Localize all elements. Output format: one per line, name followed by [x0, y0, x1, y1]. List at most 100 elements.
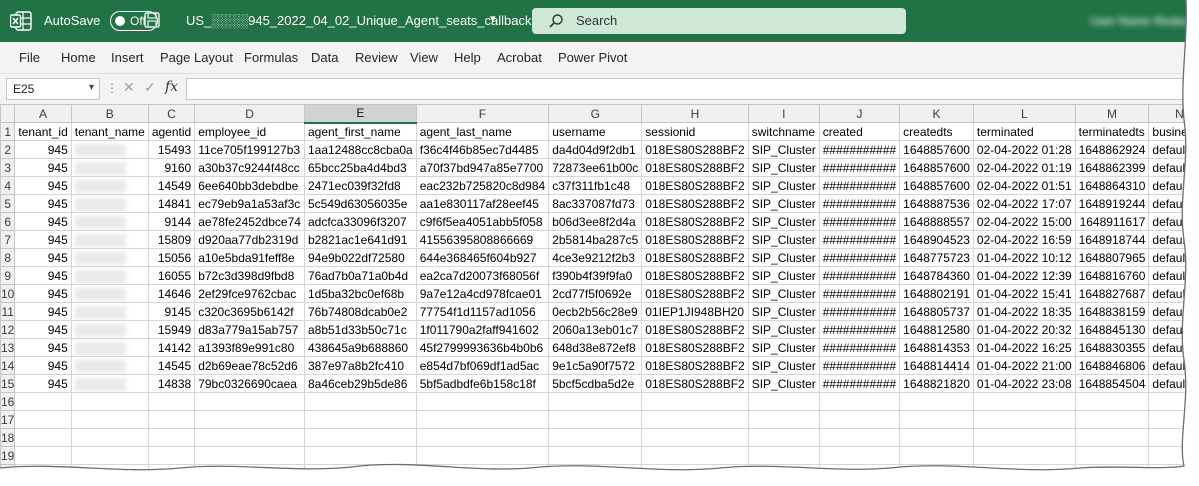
chevron-down-icon[interactable]: ▾	[89, 82, 94, 93]
cell-f20[interactable]	[415, 464, 550, 483]
cell-g13[interactable]: 648d38e872ef8	[548, 338, 643, 357]
cell-b7[interactable]: ░░░░░░	[70, 230, 149, 249]
cell-n12[interactable]: default	[1148, 320, 1199, 339]
cell-n6[interactable]: default	[1148, 212, 1199, 231]
cell-i12[interactable]: SIP_Cluster	[747, 320, 820, 339]
cell-k12[interactable]: 1648812580	[899, 320, 974, 339]
row-header[interactable]: 4	[0, 176, 16, 195]
cell-g1[interactable]: username	[548, 122, 643, 141]
cell-n19[interactable]	[1148, 446, 1199, 465]
cell-m11[interactable]: 1648838159	[1074, 302, 1150, 321]
cell-c17[interactable]	[147, 410, 196, 429]
cell-j13[interactable]: ###########	[818, 338, 901, 357]
column-header-k[interactable]: K	[899, 104, 974, 123]
cell-a4[interactable]: 945	[14, 176, 72, 195]
cell-l10[interactable]: 01-04-2022 15:41	[972, 284, 1076, 303]
cell-k18[interactable]	[899, 428, 974, 447]
cell-f6[interactable]: c9f6f5ea4051abb5f058	[415, 212, 550, 231]
menu-help[interactable]: Help	[454, 50, 481, 65]
cell-n11[interactable]: default	[1148, 302, 1199, 321]
cell-b19[interactable]	[70, 446, 149, 465]
cell-f12[interactable]: 1f011790a2faff941602	[415, 320, 550, 339]
cell-b3[interactable]: ░░░░░░	[70, 158, 149, 177]
cell-f14[interactable]: e854d7bf069df1ad5ac	[415, 356, 550, 375]
cell-c14[interactable]: 14545	[147, 356, 196, 375]
menu-power-pivot[interactable]: Power Pivot	[558, 50, 627, 65]
cell-i6[interactable]: SIP_Cluster	[747, 212, 820, 231]
cell-a10[interactable]: 945	[14, 284, 72, 303]
cell-c6[interactable]: 9144	[147, 212, 196, 231]
cell-a13[interactable]: 945	[14, 338, 72, 357]
column-header-n[interactable]: N	[1148, 104, 1199, 123]
cell-m9[interactable]: 1648816760	[1074, 266, 1150, 285]
cell-n15[interactable]: default	[1148, 374, 1199, 393]
menu-review[interactable]: Review	[355, 50, 398, 65]
cell-e16[interactable]	[303, 392, 417, 411]
cell-m20[interactable]	[1074, 464, 1150, 483]
cell-f17[interactable]	[415, 410, 550, 429]
cell-f16[interactable]	[415, 392, 550, 411]
cell-m19[interactable]	[1074, 446, 1150, 465]
cell-l16[interactable]	[972, 392, 1076, 411]
cell-m1[interactable]: terminatedts	[1074, 122, 1150, 141]
cell-j4[interactable]: ###########	[818, 176, 901, 195]
cell-e12[interactable]: a8b51d33b50c71c	[303, 320, 417, 339]
cell-h3[interactable]: 018ES80S288BF2	[641, 158, 749, 177]
cell-a17[interactable]	[14, 410, 72, 429]
cell-l7[interactable]: 02-04-2022 16:59	[972, 230, 1076, 249]
cell-b6[interactable]: ░░░░░░	[70, 212, 149, 231]
cell-c7[interactable]: 15809	[147, 230, 196, 249]
cell-g17[interactable]	[548, 410, 643, 429]
row-header[interactable]: 5	[0, 194, 16, 213]
cell-m15[interactable]: 1648854504	[1074, 374, 1150, 393]
cell-f4[interactable]: eac232b725820c8d984	[415, 176, 550, 195]
menu-data[interactable]: Data	[311, 50, 338, 65]
cell-n9[interactable]: default	[1148, 266, 1199, 285]
cell-l13[interactable]: 01-04-2022 16:25	[972, 338, 1076, 357]
cell-m18[interactable]	[1074, 428, 1150, 447]
cell-k6[interactable]: 1648888557	[899, 212, 974, 231]
cell-l1[interactable]: terminated	[972, 122, 1076, 141]
cell-g4[interactable]: c37f311fb1c48	[548, 176, 643, 195]
cell-d5[interactable]: ec79eb9a1a53af3c	[194, 194, 305, 213]
cell-i18[interactable]	[747, 428, 820, 447]
cell-m16[interactable]	[1074, 392, 1150, 411]
column-header-m[interactable]: M	[1074, 104, 1150, 123]
spreadsheet-grid[interactable]: ABCDEFGHIJKLMN 1 tenant_id tenant_name agen…	[0, 104, 1199, 486]
row-header[interactable]: 11	[0, 302, 16, 321]
cell-g14[interactable]: 9e1c5a90f7572	[548, 356, 643, 375]
cell-m8[interactable]: 1648807965	[1074, 248, 1150, 267]
cell-i11[interactable]: SIP_Cluster	[747, 302, 820, 321]
cell-k4[interactable]: 1648857600	[899, 176, 974, 195]
cell-c9[interactable]: 16055	[147, 266, 196, 285]
cell-l18[interactable]	[972, 428, 1076, 447]
cell-b10[interactable]: ░░░░░░	[70, 284, 149, 303]
cell-k3[interactable]: 1648857600	[899, 158, 974, 177]
cell-n14[interactable]: default	[1148, 356, 1199, 375]
row-header[interactable]: 6	[0, 212, 16, 231]
cell-f11[interactable]: 77754f1d1157ad1056	[415, 302, 550, 321]
cell-d8[interactable]: a10e5bda91feff8e	[194, 248, 305, 267]
cell-j19[interactable]	[818, 446, 901, 465]
cell-g2[interactable]: da4d04d9f2db1	[548, 140, 643, 159]
cell-l11[interactable]: 01-04-2022 18:35	[972, 302, 1076, 321]
cell-i4[interactable]: SIP_Cluster	[747, 176, 820, 195]
cell-b8[interactable]: ░░░░░░	[70, 248, 149, 267]
cell-d16[interactable]	[194, 392, 305, 411]
cell-c18[interactable]	[147, 428, 196, 447]
cell-n5[interactable]: default	[1148, 194, 1199, 213]
column-header-f[interactable]: F	[415, 104, 550, 123]
cell-f2[interactable]: f36c4f46b85ec7d4485	[415, 140, 550, 159]
cell-i2[interactable]: SIP_Cluster	[747, 140, 820, 159]
cell-e8[interactable]: 94e9b022df72580	[303, 248, 417, 267]
cell-l17[interactable]	[972, 410, 1076, 429]
row-header[interactable]: 3	[0, 158, 16, 177]
cell-h19[interactable]	[641, 446, 749, 465]
cell-c11[interactable]: 9145	[147, 302, 196, 321]
menu-page-layout[interactable]: Page Layout	[160, 50, 233, 65]
cell-h5[interactable]: 018ES80S288BF2	[641, 194, 749, 213]
cell-i3[interactable]: SIP_Cluster	[747, 158, 820, 177]
cell-d15[interactable]: 79bc0326690caea	[194, 374, 305, 393]
cell-e13[interactable]: 438645a9b688860	[303, 338, 417, 357]
cell-a11[interactable]: 945	[14, 302, 72, 321]
